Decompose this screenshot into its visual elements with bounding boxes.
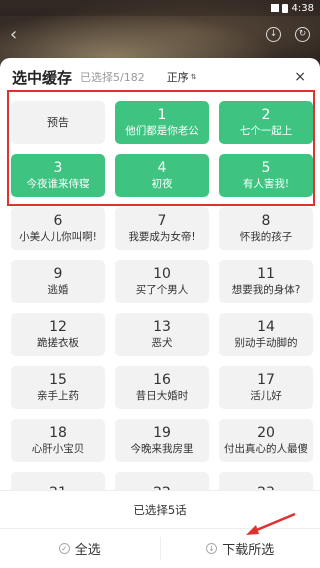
sort-label: 正序 [166, 71, 189, 84]
episode-number: 18 [49, 425, 67, 441]
download-icon[interactable]: ↓ [266, 26, 281, 42]
episode-number: 5 [261, 160, 271, 176]
episode-title: 他们都是你老公 [125, 125, 199, 137]
episode-number: 3 [53, 160, 63, 176]
episode-number: 17 [257, 372, 275, 388]
select-all-button[interactable]: ✓ 全选 [0, 529, 160, 568]
episode-cell-23[interactable]: 23 [219, 472, 313, 490]
episode-number: 10 [153, 266, 171, 282]
sheet-title: 选中缓存 [12, 68, 73, 87]
episode-number: 11 [257, 266, 275, 282]
episode-number: 14 [257, 319, 275, 335]
episode-cell-13[interactable]: 13 恶犬 [115, 313, 209, 356]
episode-number: 1 [157, 107, 167, 123]
episode-number: 6 [53, 213, 63, 229]
status-time: 4:38 [291, 2, 314, 14]
selected-count: 已选择5/182 [80, 71, 145, 84]
episode-cell-4[interactable]: 4 初夜 [115, 154, 209, 197]
episode-cell-18[interactable]: 18 心肝小宝贝 [11, 419, 105, 462]
episode-number: 9 [53, 266, 63, 282]
episode-cell-7[interactable]: 7 我要成为女帝! [115, 207, 209, 250]
episode-title: 有人害我! [242, 178, 290, 190]
episode-number: 12 [49, 319, 67, 335]
episode-title: 别动手动脚的 [234, 337, 298, 349]
episode-title: 跪搓衣板 [37, 337, 79, 349]
episode-cell-10[interactable]: 10 买了个男人 [115, 260, 209, 303]
episode-title: 活儿好 [250, 390, 282, 402]
episode-cell-5[interactable]: 5 有人害我! [219, 154, 313, 197]
episode-cell-14[interactable]: 14 别动手动脚的 [219, 313, 313, 356]
episode-cell-1[interactable]: 1 他们都是你老公 [115, 101, 209, 144]
annotation-arrow [246, 512, 296, 535]
episode-title: 亲手上药 [37, 390, 79, 402]
episode-cell-2[interactable]: 2 七个一起上 [219, 101, 313, 144]
episode-title: 小美人儿你叫啊! [19, 231, 97, 243]
episode-title: 今夜谁来侍寝 [26, 178, 90, 190]
episode-cell-preview[interactable]: 预告 [11, 101, 105, 144]
episode-number: 19 [153, 425, 171, 441]
episode-number: 20 [257, 425, 275, 441]
back-arrow-icon[interactable]: ‹ [10, 24, 34, 45]
episode-title: 怀我的孩子 [239, 231, 293, 243]
episode-cell-9[interactable]: 9 逃婚 [11, 260, 105, 303]
episode-title: 恶犬 [151, 337, 173, 349]
download-icon: ↓ [206, 543, 218, 554]
episode-title: 今晚来我房里 [130, 443, 194, 455]
episode-number: 2 [261, 107, 271, 123]
close-icon[interactable]: × [294, 69, 306, 85]
sheet-header: 选中缓存 已选择5/182 正序 ⇅ × [0, 58, 320, 96]
signal-icon [270, 4, 279, 12]
episode-title: 付出真心的人最傻 [224, 443, 308, 455]
episode-grid-scroll[interactable]: 预告 1 他们都是你老公 2 七个一起上 3 今夜谁来侍寝 4 初夜 5 有人害我! 6 小美人儿你叫啊… [0, 96, 320, 490]
episode-number: 4 [157, 160, 167, 176]
sort-toggle[interactable]: 正序 ⇅ [167, 69, 197, 85]
episode-title: 昔日大婚时 [135, 390, 189, 402]
episode-cell-8[interactable]: 8 怀我的孩子 [219, 207, 313, 250]
episode-number: 16 [153, 372, 171, 388]
episode-cell-15[interactable]: 15 亲手上药 [11, 366, 105, 409]
episode-cell-22[interactable]: 22 [115, 472, 209, 490]
refresh-icon[interactable]: ↻ [295, 26, 310, 42]
select-all-label: 全选 [74, 543, 101, 558]
episode-title: 七个一起上 [239, 125, 293, 137]
sort-icon: ⇅ [190, 73, 197, 81]
episode-cell-17[interactable]: 17 活儿好 [219, 366, 313, 409]
episode-cell-3[interactable]: 3 今夜谁来侍寝 [11, 154, 105, 197]
top-bar: ‹ ↓ ↻ [0, 16, 320, 52]
episode-cell-20[interactable]: 20 付出真心的人最傻 [219, 419, 313, 462]
episode-title: 预告 [47, 115, 69, 129]
download-selected-label: 下载所选 [222, 543, 275, 558]
episode-number: 7 [157, 213, 167, 229]
top-actions: ↓ ↻ [266, 26, 310, 42]
episode-title: 我要成为女帝! [128, 231, 196, 243]
episode-number: 8 [261, 213, 271, 229]
check-circle-icon: ✓ [58, 543, 70, 554]
episode-title: 买了个男人 [135, 284, 189, 296]
episode-cell-19[interactable]: 19 今晚来我房里 [115, 419, 209, 462]
episode-title: 逃婚 [47, 284, 69, 296]
episode-cell-21[interactable]: 21 [11, 472, 105, 490]
status-icons [270, 3, 288, 13]
episode-title: 想要我的身体? [231, 284, 301, 296]
episode-number: 13 [153, 319, 171, 335]
episode-cell-16[interactable]: 16 昔日大婚时 [115, 366, 209, 409]
episode-grid: 预告 1 他们都是你老公 2 七个一起上 3 今夜谁来侍寝 4 初夜 5 有人害我! 6 小美人儿你叫啊… [0, 96, 320, 490]
episode-number: 15 [49, 372, 67, 388]
episode-cell-11[interactable]: 11 想要我的身体? [219, 260, 313, 303]
episode-cell-6[interactable]: 6 小美人儿你叫啊! [11, 207, 105, 250]
episode-cell-12[interactable]: 12 跪搓衣板 [11, 313, 105, 356]
episode-title: 心肝小宝贝 [31, 443, 85, 455]
status-bar: 4:38 [0, 0, 320, 16]
battery-icon [281, 3, 288, 13]
episode-title: 初夜 [151, 178, 173, 190]
